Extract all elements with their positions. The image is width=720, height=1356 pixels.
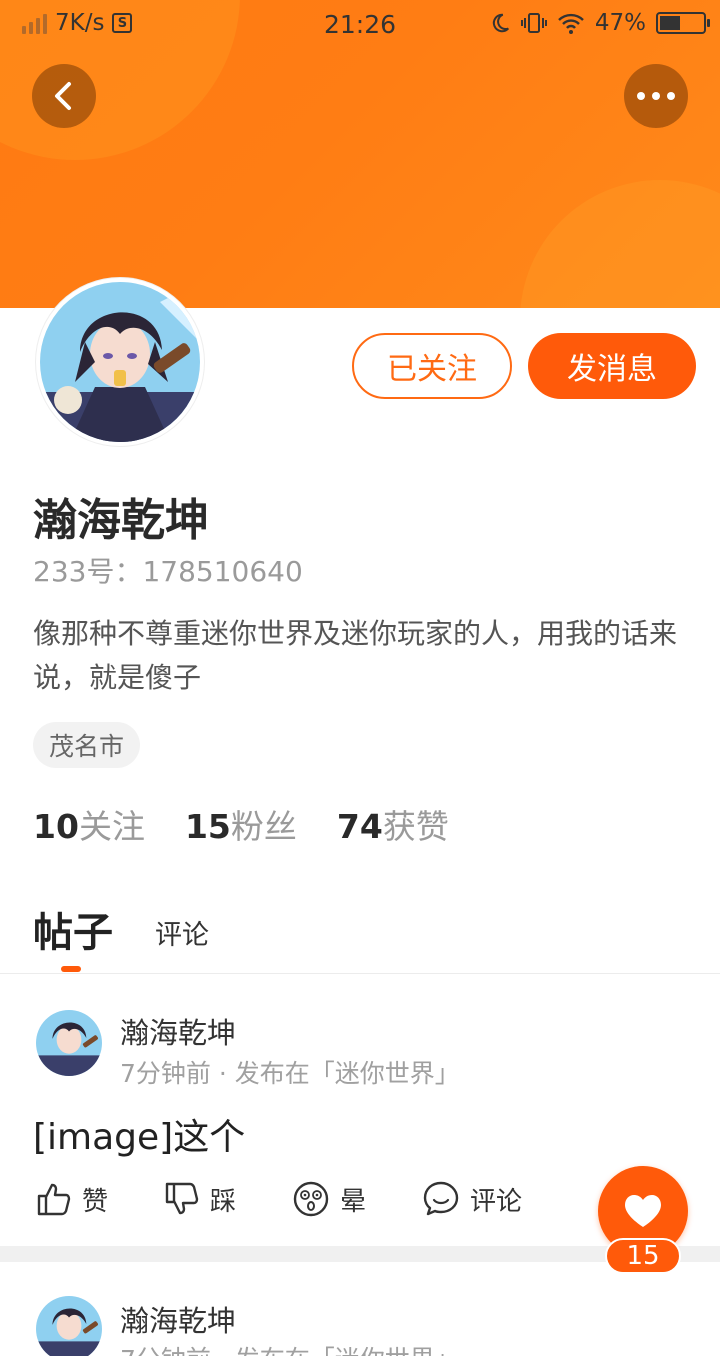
- post-actions: 赞 踩 晕 评论: [36, 1180, 522, 1218]
- comment-button[interactable]: 评论: [422, 1180, 522, 1218]
- post-meta: 7分钟前 · 发布在「迷你世界」: [120, 1059, 460, 1088]
- post-body[interactable]: [image]这个: [33, 1108, 245, 1160]
- profile-uid: 233号：178510640: [33, 555, 303, 588]
- avatar-image: [40, 282, 200, 442]
- profile-avatar[interactable]: [36, 278, 204, 446]
- location-tag: 茂名市: [33, 722, 141, 768]
- followed-button[interactable]: 已关注: [352, 333, 512, 399]
- divider: [0, 973, 720, 974]
- like-button[interactable]: 赞: [36, 1180, 108, 1218]
- profile-stats: 10关注 15粉丝 74获赞: [33, 800, 449, 848]
- profile-tabs: 帖子 评论: [33, 900, 209, 972]
- tab-comments[interactable]: 评论: [155, 913, 209, 958]
- status-right: 47%: [489, 10, 710, 36]
- send-message-button[interactable]: 发消息: [528, 333, 696, 399]
- status-bar: 7K/s S 21:26 47%: [0, 0, 720, 52]
- post-author-name[interactable]: 瀚海乾坤: [120, 1010, 236, 1052]
- post-author-avatar[interactable]: [36, 1296, 102, 1356]
- tab-active-indicator: [61, 966, 81, 972]
- heart-icon: [625, 1195, 661, 1227]
- stat-fans[interactable]: 15粉丝: [185, 800, 297, 848]
- thumbs-up-icon: [37, 1183, 71, 1216]
- battery-icon: [656, 12, 710, 34]
- dizzy-face-icon: [293, 1181, 329, 1217]
- more-icon: [637, 92, 675, 100]
- post-meta: 7分钟前 · 发布在「迷你世界」: [120, 1340, 460, 1356]
- tab-posts[interactable]: 帖子: [33, 900, 113, 972]
- vibrate-icon: [520, 13, 547, 33]
- battery-percent: 47%: [594, 10, 646, 36]
- like-count-badge: 15: [605, 1238, 681, 1274]
- back-icon: [55, 82, 71, 110]
- dizzy-button[interactable]: 晕: [292, 1180, 366, 1218]
- profile-username: 瀚海乾坤: [33, 495, 209, 546]
- back-button[interactable]: [32, 64, 96, 128]
- stat-following[interactable]: 10关注: [33, 800, 145, 848]
- moon-icon: [492, 13, 509, 33]
- post-author-avatar[interactable]: [36, 1010, 102, 1076]
- thumbs-down-icon: [165, 1182, 199, 1215]
- profile-bio: 像那种不尊重迷你世界及迷你玩家的人，用我的话来说，就是傻子: [33, 617, 678, 694]
- more-button[interactable]: [624, 64, 688, 128]
- stat-likes: 74获赞: [336, 807, 449, 846]
- dislike-button[interactable]: 踩: [164, 1180, 236, 1218]
- banner-decoration: [520, 180, 720, 308]
- wifi-icon: [558, 13, 584, 34]
- post-author-name[interactable]: 瀚海乾坤: [120, 1298, 236, 1340]
- comment-icon: [423, 1181, 459, 1216]
